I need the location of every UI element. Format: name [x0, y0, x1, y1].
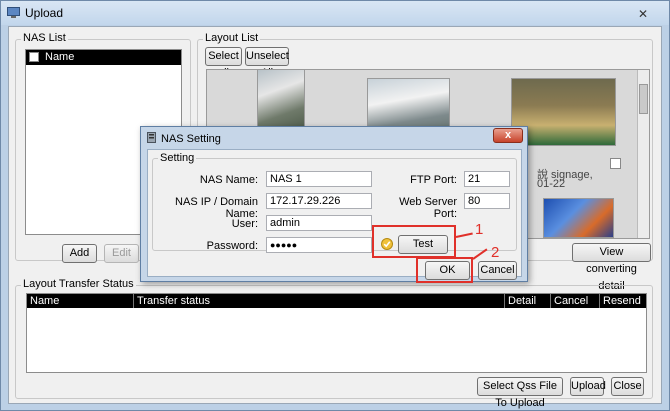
col-resend[interactable]: Resend [603, 295, 641, 307]
nas-name-input[interactable]: NAS 1 [266, 171, 372, 187]
ftp-port-label: FTP Port: [410, 174, 457, 186]
nas-list-header: Name [26, 50, 181, 65]
view-converting-detail-button[interactable]: View converting detail [572, 243, 651, 292]
user-label: User: [231, 218, 258, 230]
password-label: Password: [206, 240, 258, 252]
window-title: Upload [25, 6, 64, 20]
layout-list-scroll-thumb[interactable] [639, 84, 648, 114]
upload-app-icon [7, 7, 20, 18]
select-all-button[interactable]: Select all [205, 47, 242, 79]
col-cancel[interactable]: Cancel [554, 295, 588, 307]
layout-thumbnail-4[interactable] [543, 198, 614, 238]
nas-ip-label: NAS IP / Domain Name: [175, 196, 258, 220]
nas-setting-icon [147, 132, 156, 143]
password-input[interactable]: ●●●●● [266, 237, 372, 253]
close-button[interactable]: Close [611, 377, 644, 396]
annotation-number-1: 1 [475, 221, 484, 238]
annotation-box-ok [416, 257, 473, 283]
transfer-status-label: Layout Transfer Status [21, 278, 136, 290]
select-qss-file-button[interactable]: Select Qss File To Upload [477, 377, 563, 409]
unselect-all-button[interactable]: Unselect All [245, 47, 289, 79]
window-close-icon[interactable]: ✕ [638, 7, 648, 21]
annotation-box-test [372, 225, 456, 258]
title-bar[interactable]: Upload ✕ [1, 1, 669, 25]
layout-3-checkbox[interactable] [610, 158, 621, 169]
nas-name-label: NAS Name: [199, 174, 258, 186]
dialog-title: NAS Setting [161, 133, 221, 145]
layout-list-label: Layout List [203, 32, 261, 44]
dialog-close-icon[interactable]: x [493, 128, 523, 143]
col-detail[interactable]: Detail [508, 295, 536, 307]
user-input[interactable]: admin [266, 215, 372, 231]
nas-list-label: NAS List [21, 32, 68, 44]
annotation-number-2: 2 [491, 244, 500, 261]
upload-button[interactable]: Upload [570, 377, 606, 396]
nas-ip-input[interactable]: 172.17.29.226 [266, 193, 372, 209]
setting-group-label: Setting [158, 152, 197, 164]
select-all-nas-checkbox[interactable] [29, 52, 39, 62]
layout-3-caption-line2: 01-22 [537, 178, 566, 190]
transfer-table-header: Name Transfer status Detail Cancel Resen… [27, 294, 646, 308]
col-transfer-status[interactable]: Transfer status [137, 295, 210, 307]
cancel-button[interactable]: Cancel [478, 261, 517, 280]
nas-name-column-header[interactable]: Name [45, 51, 74, 63]
ftp-port-input[interactable]: 21 [464, 171, 510, 187]
layout-list-scrollbar[interactable] [637, 70, 649, 238]
web-server-port-input[interactable]: 80 [464, 193, 510, 209]
web-server-port-label: Web Server Port: [399, 196, 457, 220]
transfer-status-table[interactable]: Name Transfer status Detail Cancel Resen… [26, 293, 647, 373]
edit-nas-button[interactable]: Edit [104, 244, 139, 263]
add-nas-button[interactable]: Add [62, 244, 97, 263]
col-name[interactable]: Name [30, 295, 59, 307]
